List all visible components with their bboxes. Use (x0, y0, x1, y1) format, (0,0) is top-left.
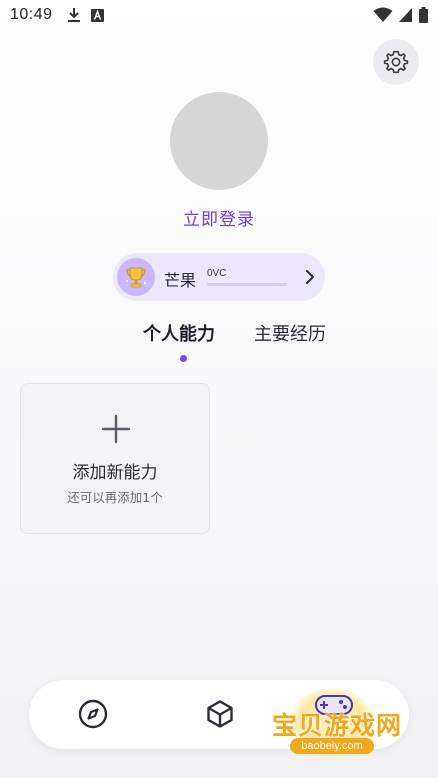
chevron-right-icon (301, 268, 319, 286)
status-time: 10:49 (10, 6, 53, 23)
compass-icon (78, 699, 108, 729)
settings-button[interactable] (373, 39, 419, 85)
vc-value: 0VC (207, 268, 227, 279)
cube-icon (207, 700, 233, 728)
wifi-icon (373, 7, 393, 22)
watermark-text: 宝贝游戏网 (271, 711, 402, 740)
trophy-icon (126, 267, 147, 288)
plus-icon (101, 414, 131, 444)
battery-icon (419, 7, 428, 23)
download-icon (67, 8, 80, 22)
nav-discover[interactable] (77, 698, 109, 730)
login-link[interactable]: 立即登录 (0, 205, 438, 230)
add-ability-title: 添加新能力 (72, 463, 158, 483)
font-a-icon (90, 8, 104, 22)
tab-personal-abilities[interactable]: 个人能力 (143, 320, 215, 346)
watermark: 宝贝游戏网 baobeiy.com (262, 688, 412, 768)
status-right-icons (373, 7, 428, 23)
add-ability-card[interactable]: 添加新能力 还可以再添加1个 (20, 383, 210, 534)
active-tab-indicator (180, 355, 187, 362)
gear-icon (383, 50, 409, 74)
mango-card[interactable]: 芒果 0VC (113, 253, 325, 301)
avatar[interactable] (170, 92, 268, 190)
trophy-badge (117, 258, 155, 296)
signal-icon (399, 8, 412, 22)
status-left-icons (67, 7, 104, 23)
tab-main-experience[interactable]: 主要经历 (254, 320, 326, 346)
mango-label: 芒果 (164, 271, 197, 290)
status-bar: 10:49 (0, 0, 438, 30)
watermark-url: baobeiy.com (290, 738, 374, 754)
add-ability-subtitle: 还可以再添加1个 (67, 490, 163, 505)
vc-progress-bar (207, 283, 287, 286)
nav-cube[interactable] (204, 698, 236, 730)
tab-bar: 个人能力 主要经历 (0, 320, 438, 368)
